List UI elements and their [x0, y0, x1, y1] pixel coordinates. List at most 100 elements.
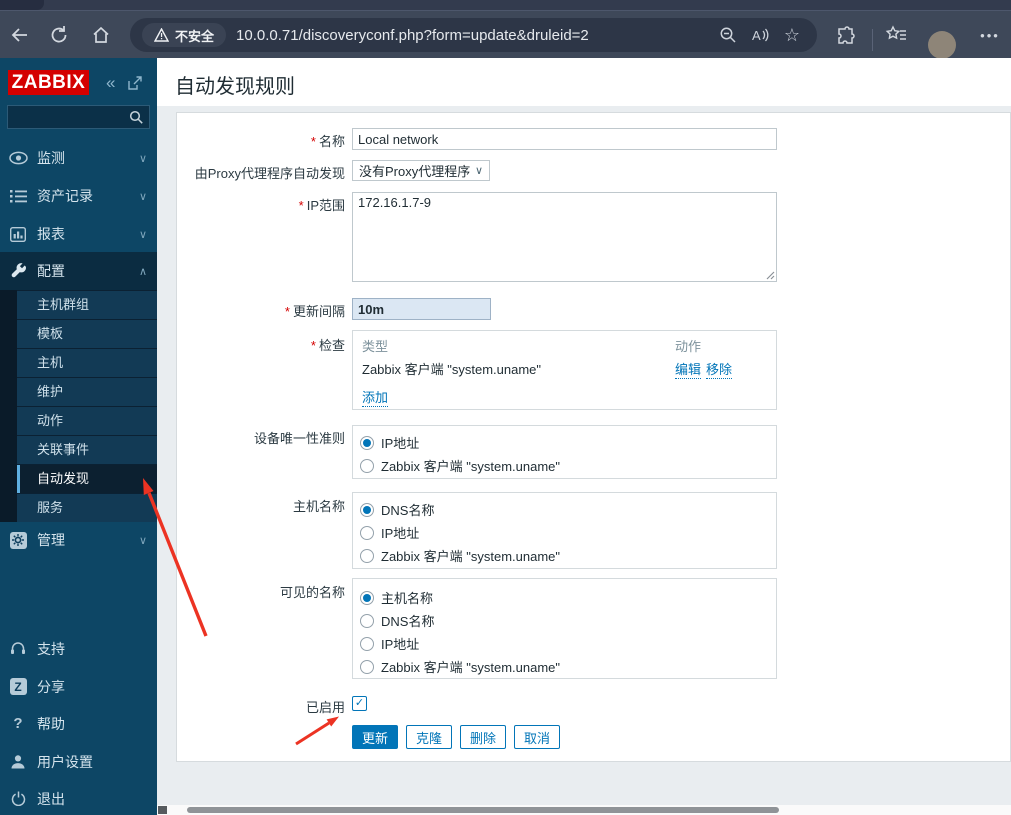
chevron-up-icon: ∧: [138, 265, 147, 278]
sidebar-item-label: 退出: [37, 790, 65, 807]
radio-off-icon[interactable]: [360, 659, 374, 674]
proxy-select[interactable]: 没有Proxy代理程序 ∨: [352, 160, 490, 181]
radio-on-icon[interactable]: [360, 590, 374, 605]
proxy-label: 由Proxy代理程序自动发现: [194, 166, 345, 181]
search-icon: [129, 110, 144, 125]
favorite-star-icon[interactable]: ☆: [779, 22, 805, 48]
radio-option[interactable]: Zabbix 客户端 "system.uname": [360, 657, 560, 676]
sidebar-search[interactable]: [7, 105, 150, 129]
sidebar-item-configuration[interactable]: 配置 ∧: [0, 252, 157, 290]
address-bar[interactable]: 不安全 10.0.0.71/discoveryconf.php?form=upd…: [130, 18, 817, 52]
sidebar-item-user-settings[interactable]: 用户设置: [0, 743, 157, 780]
radio-option[interactable]: IP地址: [360, 433, 419, 452]
zabbix-logo[interactable]: ZABBIX: [8, 70, 89, 95]
cancel-button[interactable]: 取消: [514, 725, 560, 749]
ip-range-textarea[interactable]: 172.16.1.7-9: [352, 192, 777, 282]
radio-off-icon[interactable]: [360, 613, 374, 628]
headset-icon: [8, 641, 28, 656]
sidebar-item-administration[interactable]: 管理 ∨: [0, 522, 157, 558]
name-input[interactable]: [352, 128, 777, 150]
browser-toolbar: 不安全 10.0.0.71/discoveryconf.php?form=upd…: [0, 10, 1011, 59]
radio-option[interactable]: Zabbix 客户端 "system.uname": [360, 546, 560, 565]
radio-option[interactable]: DNS名称: [360, 500, 434, 519]
radio-off-icon[interactable]: [360, 548, 374, 563]
edit-link[interactable]: 编辑: [675, 359, 702, 379]
configuration-submenu: 主机群组 模板 主机 维护 动作 关联事件 自动发现 服务: [0, 290, 157, 522]
radio-off-icon[interactable]: [360, 458, 374, 473]
checks-type-header: 类型: [362, 339, 389, 354]
browser-menu-icon[interactable]: •••: [976, 23, 1004, 47]
share-z-icon: Z: [8, 678, 28, 695]
remove-link[interactable]: 移除: [706, 359, 733, 379]
url-text[interactable]: 10.0.0.71/discoveryconf.php?form=update&…: [236, 27, 709, 44]
radio-on-icon[interactable]: [360, 502, 374, 517]
radio-option[interactable]: DNS名称: [360, 611, 434, 630]
sidebar-item-logout[interactable]: 退出: [0, 780, 157, 815]
update-button[interactable]: 更新: [352, 725, 398, 749]
clone-button[interactable]: 克隆: [406, 725, 452, 749]
interval-input[interactable]: [352, 298, 491, 320]
security-badge[interactable]: 不安全: [142, 23, 227, 47]
list-icon: [8, 189, 28, 203]
delete-button[interactable]: 删除: [460, 725, 506, 749]
browser-tab-strip: [0, 0, 1011, 10]
submenu-item-hosts[interactable]: 主机: [17, 348, 157, 377]
profile-avatar[interactable]: [928, 31, 956, 59]
horizontal-scrollbar-thumb[interactable]: [187, 807, 779, 813]
sidebar-item-share[interactable]: Z 分享: [0, 668, 157, 705]
add-link[interactable]: 添加: [362, 387, 389, 407]
sidebar-item-help[interactable]: ? 帮助: [0, 705, 157, 742]
radio-option[interactable]: IP地址: [360, 634, 419, 653]
collapse-sidebar-icon[interactable]: «: [106, 70, 115, 95]
zabbix-sidebar: ZABBIX « 监测 ∨ 资产记录 ∨ 报表 ∨ 配置 ∧ 主机群组 模板 主…: [0, 58, 157, 815]
radio-on-icon[interactable]: [360, 435, 374, 450]
chevron-down-icon: ∨: [474, 165, 483, 177]
submenu-item-host-groups[interactable]: 主机群组: [17, 290, 157, 319]
sidebar-item-label: 帮助: [37, 715, 65, 732]
resize-handle[interactable]: [766, 271, 775, 280]
name-label: * 名称: [310, 134, 345, 149]
visible-name-label: 可见的名称: [279, 585, 345, 600]
extensions-icon[interactable]: [833, 23, 857, 47]
screen: 不安全 10.0.0.71/discoveryconf.php?form=upd…: [0, 0, 1011, 815]
home-icon[interactable]: [89, 23, 113, 47]
uniqueness-label: 设备唯一性准则: [253, 431, 345, 446]
favorites-list-icon[interactable]: [884, 23, 908, 47]
sidebar-item-inventory[interactable]: 资产记录 ∨: [0, 177, 157, 215]
back-icon[interactable]: [8, 23, 32, 47]
refresh-icon[interactable]: [47, 23, 71, 47]
chevron-down-icon: ∨: [138, 534, 147, 547]
submenu-item-event-correlation[interactable]: 关联事件: [17, 435, 157, 464]
submenu-item-discovery[interactable]: 自动发现: [17, 464, 157, 494]
sidebar-search-input[interactable]: [8, 110, 129, 124]
sidebar-item-monitoring[interactable]: 监测 ∨: [0, 139, 157, 177]
sidebar-item-reports[interactable]: 报表 ∨: [0, 215, 157, 253]
zoom-out-icon[interactable]: [715, 22, 741, 48]
sidebar-item-label: 报表: [37, 226, 65, 242]
enabled-checkbox[interactable]: ✓: [352, 696, 367, 711]
svg-text:A: A: [752, 28, 761, 43]
radio-off-icon[interactable]: [360, 525, 374, 540]
eye-icon: [8, 151, 28, 165]
sidebar-item-label: 支持: [37, 640, 65, 657]
read-aloud-icon[interactable]: A: [747, 22, 773, 48]
ip-range-label: * IP范围: [298, 198, 345, 213]
radio-option[interactable]: Zabbix 客户端 "system.uname": [360, 456, 560, 475]
submenu-item-templates[interactable]: 模板: [17, 319, 157, 348]
hostname-label: 主机名称: [292, 499, 345, 514]
radio-off-icon[interactable]: [360, 636, 374, 651]
toolbar-divider: [872, 29, 873, 51]
wrench-icon: [8, 262, 28, 280]
sidebar-item-support[interactable]: 支持: [0, 630, 157, 667]
page-title: 自动发现规则: [175, 76, 295, 98]
browser-tab[interactable]: [0, 0, 44, 10]
sidebar-item-label: 监测: [37, 150, 65, 166]
radio-option[interactable]: IP地址: [360, 523, 419, 542]
radio-option[interactable]: 主机名称: [360, 588, 433, 607]
submenu-item-actions[interactable]: 动作: [17, 406, 157, 435]
chevron-down-icon: ∨: [138, 152, 147, 165]
interval-label: * 更新间隔: [284, 304, 345, 319]
submenu-item-maintenance[interactable]: 维护: [17, 377, 157, 406]
expand-window-icon[interactable]: [128, 70, 142, 95]
submenu-item-services[interactable]: 服务: [17, 493, 157, 522]
